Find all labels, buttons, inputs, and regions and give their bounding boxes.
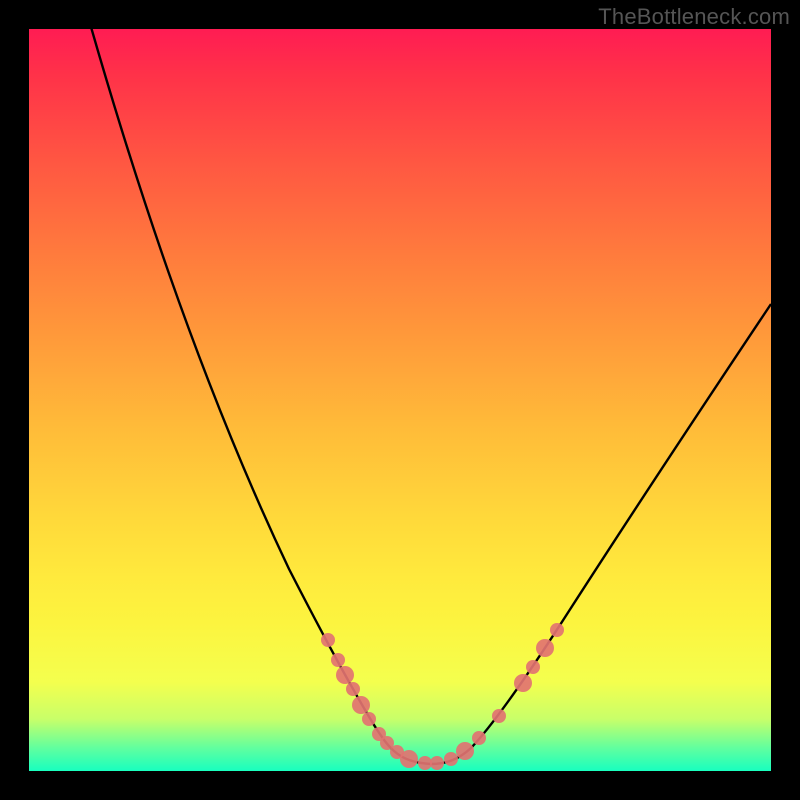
- chart-area: [29, 29, 771, 771]
- data-point: [492, 709, 506, 723]
- data-point: [472, 731, 486, 745]
- data-point: [430, 756, 444, 770]
- data-point: [362, 712, 376, 726]
- bottleneck-curve: [91, 29, 771, 764]
- data-point: [321, 633, 335, 647]
- data-point: [514, 674, 532, 692]
- data-point: [550, 623, 564, 637]
- data-point: [400, 750, 418, 768]
- data-point: [536, 639, 554, 657]
- curve-svg: [29, 29, 771, 771]
- data-point: [346, 682, 360, 696]
- credit-text: TheBottleneck.com: [598, 4, 790, 30]
- data-point: [456, 742, 474, 760]
- data-point: [526, 660, 540, 674]
- data-point: [331, 653, 345, 667]
